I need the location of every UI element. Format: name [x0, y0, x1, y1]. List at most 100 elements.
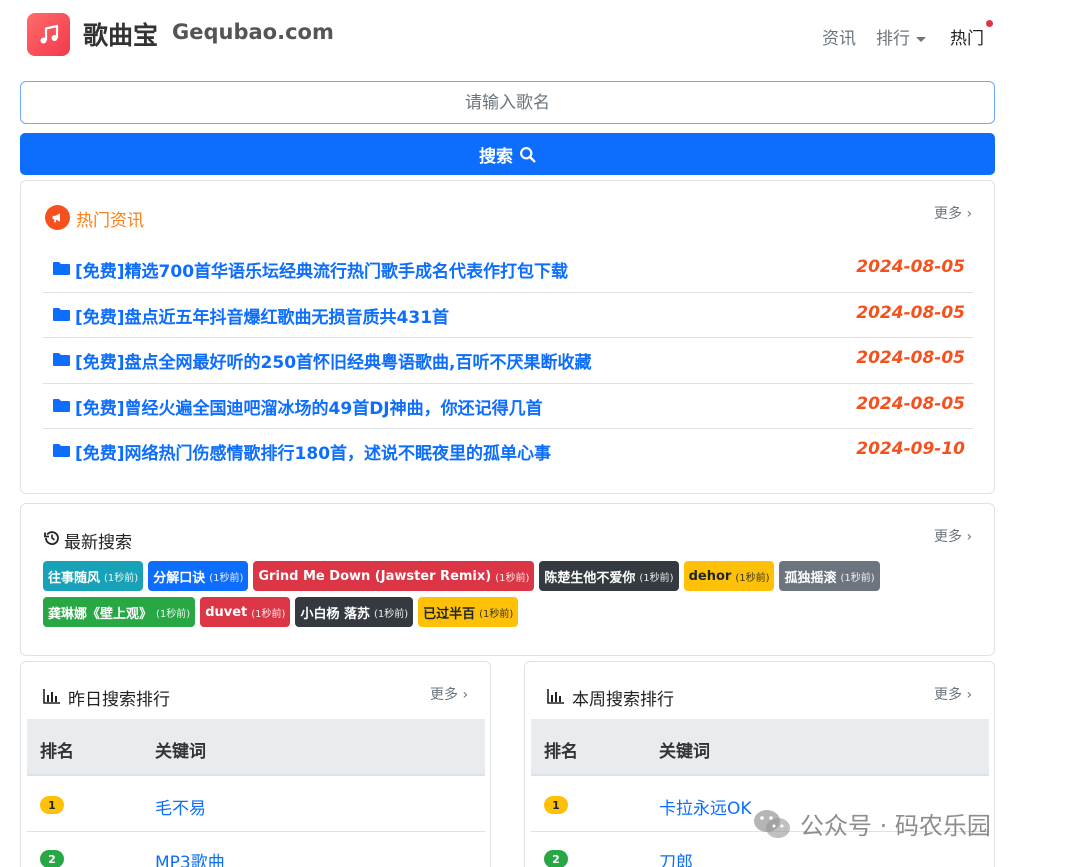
col-keyword: 关键词 [155, 742, 206, 762]
news-row: [免费]精选700首华语乐坛经典流行热门歌手成名代表作打包下载 2024-08-0… [43, 247, 973, 293]
search-tag[interactable]: Grind Me Down (Jawster Remix) (1秒前) [253, 561, 535, 591]
search-tag-label: 孤独摇滚 [784, 570, 837, 586]
search-icon [520, 146, 536, 162]
recent-search-card: 最新搜索 更多 往事随风(1秒前)分解口诀(1秒前)Grind Me Down … [20, 503, 995, 656]
news-row: [免费]网络热门伤感情歌排行180首，述说不眠夜里的孤单心事 2024-09-10 [43, 429, 973, 475]
hot-news-more-link[interactable]: 更多 [934, 203, 972, 223]
brand-domain[interactable]: Gequbao.com [172, 20, 334, 44]
search-tag-label: duvet [205, 604, 248, 620]
music-note-icon [40, 24, 58, 43]
nav-hot[interactable]: 热门 [950, 24, 984, 49]
rank-badge: 1 [544, 796, 568, 814]
nav-rank-label: 排行 [876, 29, 910, 49]
news-link[interactable]: [免费]精选700首华语乐坛经典流行热门歌手成名代表作打包下载 [75, 257, 568, 282]
megaphone-icon [45, 205, 70, 230]
news-link[interactable]: [免费]网络热门伤感情歌排行180首，述说不眠夜里的孤单心事 [75, 439, 551, 464]
watermark: 公众号 · 码农乐园 [752, 806, 991, 841]
news-date: 2024-08-05 [856, 257, 965, 277]
nav-rank-dropdown[interactable]: 排行 [876, 24, 926, 49]
header: 歌曲宝 Gequbao.com 资讯 排行 热门 [0, 0, 1080, 70]
table-row: 1 毛不易 [27, 778, 485, 832]
news-row: [免费]盘点全网最好听的250首怀旧经典粤语歌曲,百听不厌果断收藏 2024-08… [43, 338, 973, 384]
recent-search-title: 最新搜索 [64, 533, 132, 553]
rank-badge: 1 [40, 796, 64, 814]
search-tag-time: (1秒前) [735, 572, 770, 584]
search-tag-time: (1秒前) [639, 572, 674, 584]
folder-icon [53, 398, 70, 412]
news-list: [免费]精选700首华语乐坛经典流行热门歌手成名代表作打包下载 2024-08-0… [43, 247, 973, 475]
search-tag[interactable]: 龚琳娜《壁上观》 (1秒前) [43, 597, 196, 627]
news-link[interactable]: [免费]盘点全网最好听的250首怀旧经典粤语歌曲,百听不厌果断收藏 [75, 348, 591, 373]
search-tag[interactable]: duvet (1秒前) [200, 597, 291, 627]
rank-badge: 2 [544, 850, 568, 867]
yesterday-rank-title: 昨日搜索排行 [68, 690, 170, 710]
search-tag-time: (1秒前) [479, 608, 514, 620]
search-tag-time: (1秒前) [156, 608, 191, 620]
yesterday-rank-more-link[interactable]: 更多 [430, 684, 468, 704]
caret-down-icon [916, 36, 926, 42]
bar-chart-icon [547, 689, 564, 704]
search-tag-label: 小白杨 落苏 [300, 606, 370, 622]
nav-news[interactable]: 资讯 [822, 24, 856, 49]
rank-table-header: 排名 关键词 [27, 719, 485, 776]
search-tag-time: (1秒前) [840, 572, 875, 584]
search-tag[interactable]: 陈楚生他不爱你 (1秒前) [539, 561, 679, 591]
yesterday-rank-card: 昨日搜索排行 更多 排名 关键词 1 毛不易 2 MP3歌曲 [20, 661, 491, 867]
recent-tags: 往事随风 (1秒前) 分解口诀 (1秒前) Grind Me Down (Jawster… [43, 561, 983, 627]
search-tag[interactable]: 分解口诀 (1秒前) [148, 561, 249, 591]
table-row: 2 MP3歌曲 [27, 832, 485, 867]
col-keyword: 关键词 [659, 742, 710, 762]
folder-icon [53, 353, 70, 366]
history-icon [44, 531, 59, 545]
folder-icon [53, 307, 70, 321]
search-tag[interactable]: dehor (1秒前) [683, 561, 775, 591]
logo-music-icon[interactable] [27, 13, 70, 56]
search-tag[interactable]: 往事随风 (1秒前) [43, 561, 144, 591]
search-tag-label: 龚琳娜《壁上观》 [48, 606, 153, 622]
news-row: [免费]曾经火遍全国迪吧溜冰场的49首DJ神曲，你还记得几首 2024-08-05 [43, 384, 973, 429]
rank-table-header: 排名 关键词 [531, 719, 989, 776]
hot-news-card: 热门资讯 更多 [免费]精选700首华语乐坛经典流行热门歌手成名代表作打包下载 2… [20, 180, 995, 494]
col-rank: 排名 [544, 742, 578, 762]
search-tag-label: dehor [688, 568, 732, 584]
bar-chart-icon [43, 689, 60, 704]
news-link[interactable]: [免费]曾经火遍全国迪吧溜冰场的49首DJ神曲，你还记得几首 [75, 394, 543, 419]
notification-dot [986, 20, 993, 27]
search-tag-time: (1秒前) [373, 608, 409, 620]
search-tag-label: 陈楚生他不爱你 [544, 570, 636, 586]
recent-search-more-link[interactable]: 更多 [934, 526, 972, 546]
search-tag-label: 已过半百 [423, 606, 476, 622]
search-tag-label: Grind Me Down (Jawster Remix) [258, 568, 492, 584]
col-rank: 排名 [40, 742, 74, 762]
week-rank-title: 本周搜索排行 [572, 690, 674, 710]
search-button[interactable]: 搜索 [20, 133, 995, 175]
folder-icon [53, 444, 70, 457]
news-date: 2024-08-05 [856, 348, 965, 368]
search-tag[interactable]: 孤独摇滚 (1秒前) [779, 561, 880, 591]
search-button-label: 搜索 [479, 146, 513, 167]
search-tag-time: (1秒前) [251, 608, 286, 620]
search-tag-time: (1秒前) [209, 572, 244, 584]
rank-keyword-link[interactable]: MP3歌曲 [155, 848, 225, 867]
search-tag[interactable]: 小白杨 落苏 (1秒前) [295, 597, 414, 627]
hot-news-title: 热门资讯 [76, 211, 144, 231]
search-input[interactable] [20, 81, 995, 124]
rank-keyword-link[interactable]: 刀郎 [659, 848, 693, 867]
news-date: 2024-08-05 [856, 302, 965, 323]
search-tag-label: 分解口诀 [153, 570, 206, 586]
news-date: 2024-08-05 [856, 393, 965, 414]
folder-icon [53, 262, 70, 275]
news-row: [免费]盘点近五年抖音爆红歌曲无损音质共431首 2024-08-05 [43, 293, 973, 338]
rank-keyword-link[interactable]: 卡拉永远OK [659, 794, 752, 819]
wechat-icon [754, 809, 790, 838]
search-tag-time: (1秒前) [104, 572, 139, 584]
rank-keyword-link[interactable]: 毛不易 [155, 794, 206, 819]
watermark-text: 公众号 · 码农乐园 [800, 812, 991, 840]
search-tag-time: (1秒前) [495, 572, 530, 584]
rank-badge: 2 [40, 850, 64, 867]
news-date: 2024-09-10 [856, 439, 965, 459]
news-link[interactable]: [免费]盘点近五年抖音爆红歌曲无损音质共431首 [75, 303, 449, 328]
search-tag[interactable]: 已过半百 (1秒前) [418, 597, 519, 627]
brand-name[interactable]: 歌曲宝 [83, 16, 158, 52]
week-rank-more-link[interactable]: 更多 [934, 684, 972, 704]
